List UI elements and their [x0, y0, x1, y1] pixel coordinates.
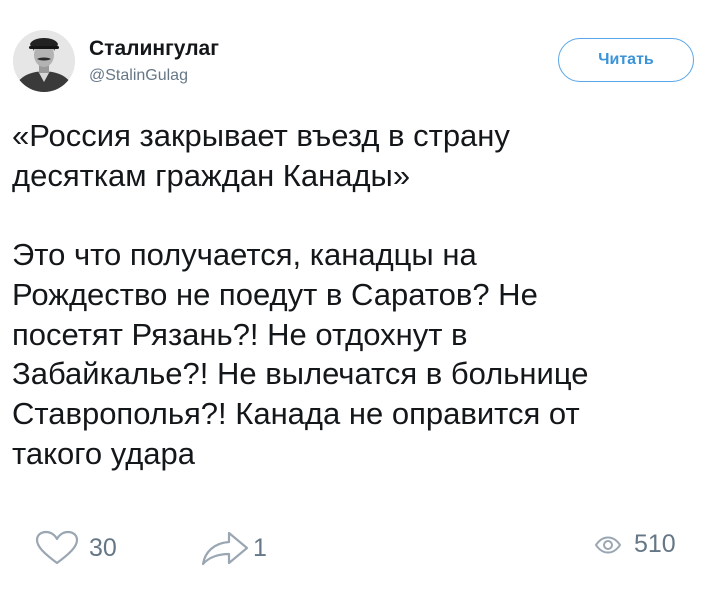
like-count: 30: [89, 533, 117, 562]
avatar[interactable]: [13, 30, 75, 92]
portrait-avatar: [13, 30, 75, 92]
like-button[interactable]: 30: [35, 530, 117, 566]
share-icon: [201, 531, 249, 566]
tweet-text: «Россия закрывает въезд в страну десятка…: [12, 118, 589, 471]
share-button[interactable]: 1: [201, 530, 267, 566]
user-display-name[interactable]: Сталингулаг: [89, 37, 219, 61]
heart-icon: [35, 530, 79, 565]
user-handle[interactable]: @StalinGulag: [89, 67, 188, 85]
follow-button[interactable]: Читать: [558, 38, 694, 82]
eye-icon: [594, 535, 622, 554]
share-count: 1: [253, 533, 267, 562]
views-count: 510: [634, 530, 676, 558]
views-counter: 510: [594, 530, 676, 559]
